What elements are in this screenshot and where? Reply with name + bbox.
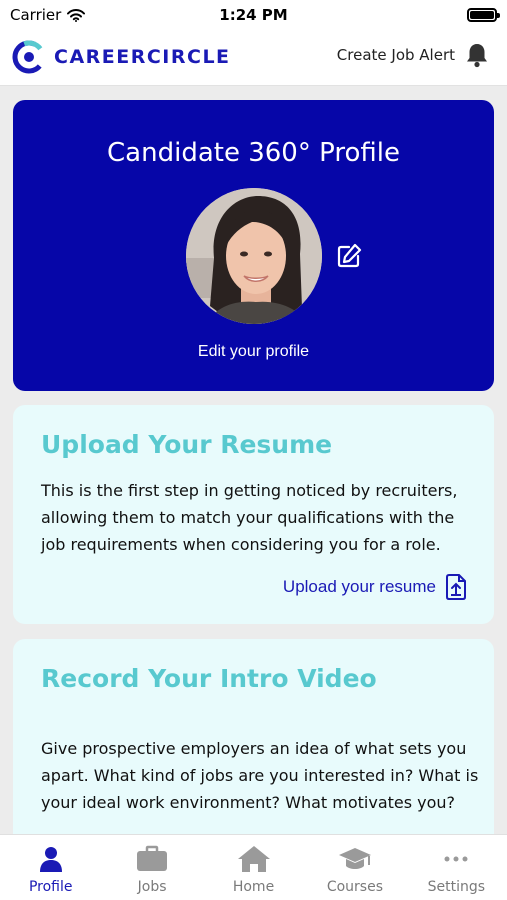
intro-video-title: Record Your Intro Video	[41, 664, 377, 693]
graduation-cap-icon	[338, 848, 371, 869]
tab-jobs-label: Jobs	[137, 879, 167, 895]
create-job-alert-button[interactable]: Create Job Alert	[337, 42, 489, 68]
edit-profile-link[interactable]: Edit your profile	[13, 343, 494, 361]
intro-video-card: Record Your Intro Video Give prospective…	[13, 639, 494, 834]
careercircle-logo-icon	[12, 40, 46, 74]
tab-jobs[interactable]: Jobs	[101, 835, 202, 900]
tab-courses[interactable]: Courses	[304, 835, 405, 900]
upload-file-icon	[446, 574, 466, 600]
status-bar: Carrier 1:24 PM	[0, 0, 507, 30]
tab-settings-label: Settings	[427, 879, 486, 895]
app-header: CAREERCIRCLE Create Job Alert	[0, 30, 507, 86]
profile-card-title: Candidate 360° Profile	[107, 138, 400, 168]
upload-resume-title: Upload Your Resume	[41, 430, 333, 459]
tab-courses-label: Courses	[326, 879, 383, 895]
person-icon	[39, 847, 62, 872]
avatar-photo	[186, 188, 322, 324]
tab-profile[interactable]: Profile	[0, 835, 101, 900]
avatar[interactable]	[186, 188, 322, 324]
tab-bar: Profile Jobs Home Courses Settings	[0, 834, 507, 900]
tab-home-label: Home	[232, 879, 275, 895]
briefcase-icon	[137, 845, 168, 871]
upload-resume-card: Upload Your Resume This is the first ste…	[13, 405, 494, 624]
upload-resume-description: This is the first step in getting notice…	[41, 481, 458, 554]
profile-card: Candidate 360° Profile Edit your profile	[13, 100, 494, 391]
more-icon	[444, 856, 468, 862]
tab-settings[interactable]: Settings	[406, 835, 507, 900]
battery-icon	[467, 8, 500, 22]
edit-icon[interactable]	[335, 242, 363, 270]
tab-profile-label: Profile	[28, 879, 73, 895]
bell-icon	[467, 44, 487, 68]
create-job-alert-label: Create Job Alert	[336, 46, 455, 64]
status-time: 1:24 PM	[219, 6, 288, 24]
intro-video-description: Give prospective employers an idea of wh…	[41, 739, 479, 812]
brand-logo[interactable]: CAREERCIRCLE	[12, 40, 231, 74]
brand-name: CAREERCIRCLE	[54, 46, 231, 68]
main-content[interactable]: Candidate 360° Profile Edit your profile…	[0, 86, 507, 834]
upload-resume-link[interactable]: Upload your resume	[283, 573, 468, 601]
upload-resume-link-label: Upload your resume	[282, 577, 436, 596]
tab-home[interactable]: Home	[203, 835, 304, 900]
home-icon	[237, 846, 270, 872]
